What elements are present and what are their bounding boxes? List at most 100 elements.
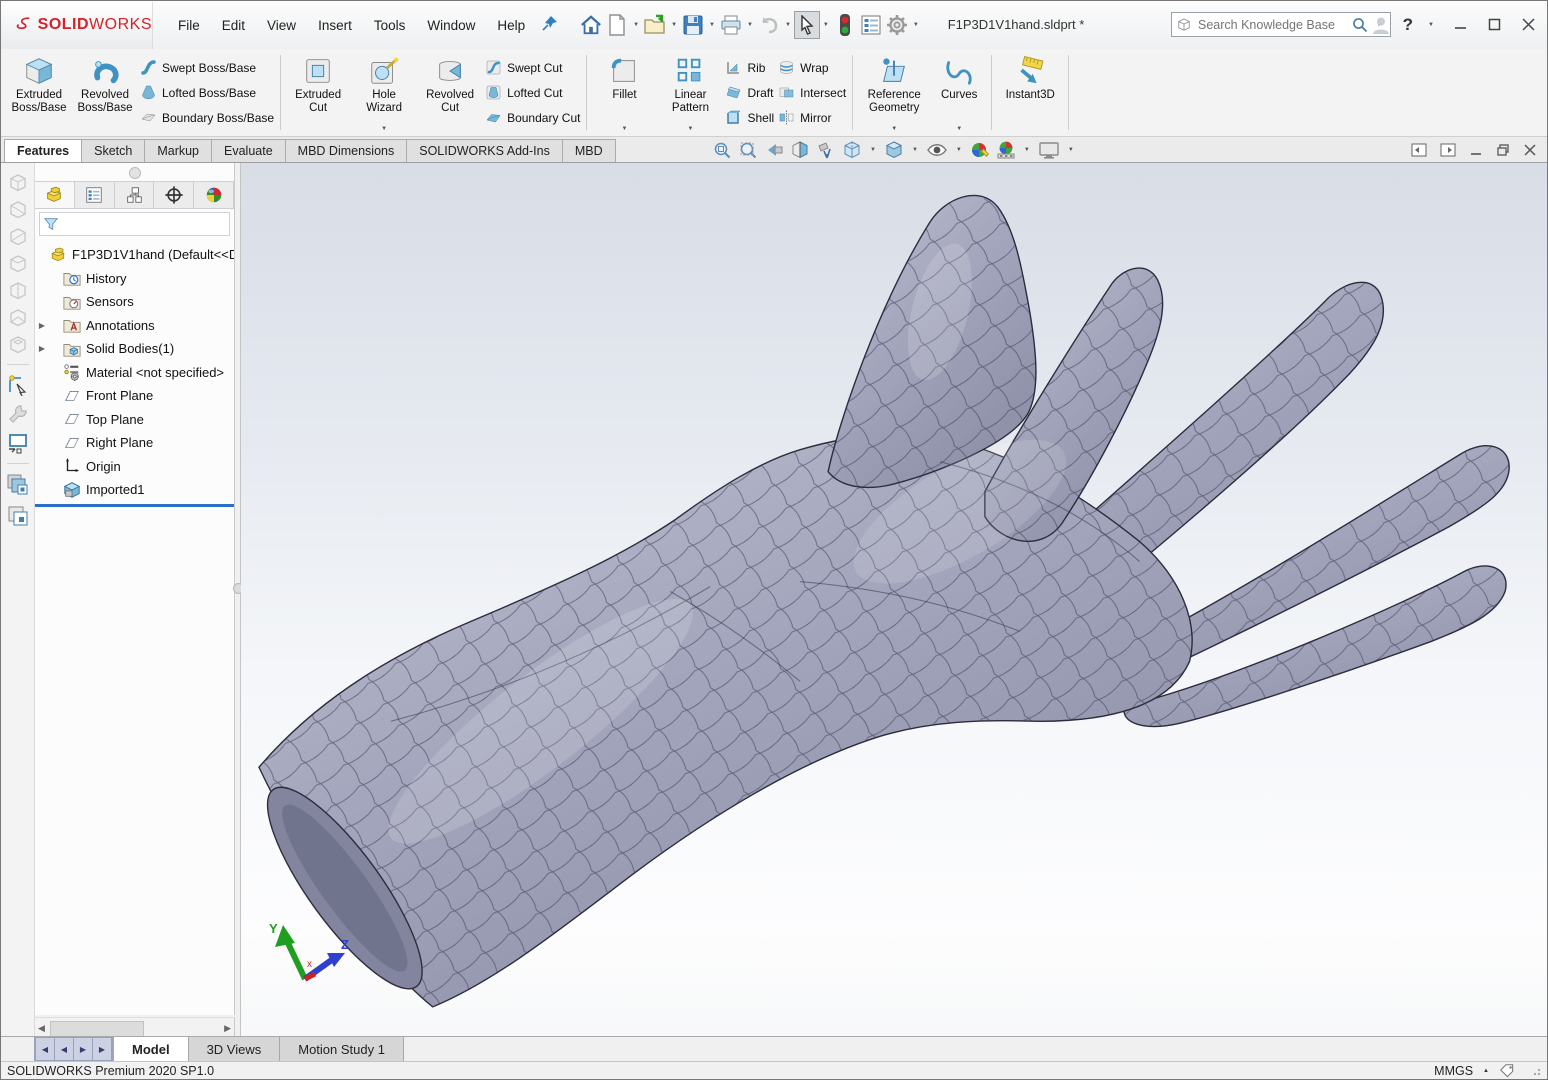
revolved-boss-button[interactable]: Revolved Boss/Base xyxy=(74,51,136,135)
draft-button[interactable]: Draft xyxy=(725,84,774,102)
help-dropdown-caret[interactable]: ▼ xyxy=(1428,22,1434,28)
tree-item-material[interactable]: Material <not specified> xyxy=(35,361,234,385)
swept-cut-button[interactable]: Swept Cut xyxy=(485,59,580,77)
view-cube-icon-7[interactable] xyxy=(8,335,28,355)
tree-item-right-plane[interactable]: Right Plane xyxy=(35,431,234,455)
zoom-to-area-button[interactable] xyxy=(737,139,759,161)
save-button[interactable] xyxy=(680,11,706,39)
print-dropdown-caret[interactable]: ▼ xyxy=(747,22,753,28)
tree-item-annotations[interactable]: ▶ Annotations xyxy=(35,314,234,338)
annotations-expander[interactable]: ▶ xyxy=(35,321,49,330)
swept-boss-button[interactable]: Swept Boss/Base xyxy=(140,59,274,77)
doc-close-icon[interactable] xyxy=(1523,143,1537,157)
collapse-pane-left-icon[interactable] xyxy=(1411,143,1427,157)
zoom-to-fit-button[interactable] xyxy=(711,139,733,161)
boundary-boss-button[interactable]: Boundary Boss/Base xyxy=(140,109,274,127)
menu-tools[interactable]: Tools xyxy=(363,2,417,49)
home-button[interactable] xyxy=(578,11,604,39)
tab-evaluate[interactable]: Evaluate xyxy=(211,139,286,162)
tree-item-top-plane[interactable]: Top Plane xyxy=(35,408,234,432)
rib-button[interactable]: Rib xyxy=(725,59,774,77)
print-button[interactable] xyxy=(718,11,744,39)
tree-item-history[interactable]: History xyxy=(35,267,234,291)
boundary-cut-button[interactable]: Boundary Cut xyxy=(485,109,580,127)
menu-file[interactable]: File xyxy=(167,2,211,49)
shell-button[interactable]: Shell xyxy=(725,109,774,127)
reference-geometry-button[interactable]: Reference Geometry ▼ xyxy=(859,51,929,135)
scroll-right-arrow[interactable]: ▶ xyxy=(221,1023,234,1034)
pane-layers-icon-1[interactable] xyxy=(6,473,30,497)
tab-solidworks-add-ins[interactable]: SOLIDWORKS Add-Ins xyxy=(406,139,563,162)
lofted-boss-button[interactable]: Lofted Boss/Base xyxy=(140,84,274,102)
select-dropdown-caret[interactable]: ▼ xyxy=(823,22,829,28)
reference-geometry-caret[interactable]: ▼ xyxy=(891,126,897,132)
intersect-button[interactable]: Intersect xyxy=(778,84,846,102)
view-cube-icon-5[interactable] xyxy=(8,281,28,301)
tab-features[interactable]: Features xyxy=(4,139,83,162)
view-cube-icon-6[interactable] xyxy=(8,308,28,328)
revolved-cut-button[interactable]: Revolved Cut xyxy=(419,51,481,135)
view-cube-icon-1[interactable] xyxy=(8,173,28,193)
menu-insert[interactable]: Insert xyxy=(307,2,363,49)
display-monitor-icon[interactable] xyxy=(7,432,29,454)
hide-show-caret[interactable]: ▼ xyxy=(956,147,962,153)
view-cube-icon-3[interactable] xyxy=(8,227,28,247)
display-style-caret[interactable]: ▼ xyxy=(912,147,918,153)
fillet-button[interactable]: Fillet ▼ xyxy=(593,51,655,135)
search-icon[interactable] xyxy=(1352,17,1368,33)
nav-prev-tab-button[interactable]: ◀ xyxy=(54,1037,74,1061)
hole-wizard-caret[interactable]: ▼ xyxy=(381,126,387,132)
fillet-caret[interactable]: ▼ xyxy=(621,126,627,132)
tree-item-origin[interactable]: Origin xyxy=(35,455,234,479)
tree-item-imported1[interactable]: Imported1 xyxy=(35,478,234,502)
tab-mbd-dimensions[interactable]: MBD Dimensions xyxy=(284,139,408,162)
hide-show-items-button[interactable] xyxy=(925,139,949,161)
unit-system-value[interactable]: MMGS xyxy=(1434,1064,1473,1078)
tree-item-front-plane[interactable]: Front Plane xyxy=(35,384,234,408)
open-dropdown-caret[interactable]: ▼ xyxy=(671,22,677,28)
tab-mbd[interactable]: MBD xyxy=(561,139,616,162)
new-dropdown-caret[interactable]: ▼ xyxy=(633,22,639,28)
tree-root[interactable]: F1P3D1V1hand (Default<<D xyxy=(35,243,234,267)
apply-scene-button[interactable] xyxy=(995,139,1017,161)
nav-first-tab-button[interactable]: ◀ xyxy=(34,1037,55,1061)
sketch-tool-icon[interactable] xyxy=(7,374,29,396)
menu-view[interactable]: View xyxy=(256,2,307,49)
menu-window[interactable]: Window xyxy=(416,2,486,49)
collapse-pane-right-icon[interactable] xyxy=(1440,143,1456,157)
nav-last-tab-button[interactable]: ▶ xyxy=(92,1037,113,1061)
menu-edit[interactable]: Edit xyxy=(211,2,256,49)
nav-next-tab-button[interactable]: ▶ xyxy=(73,1037,93,1061)
open-button[interactable] xyxy=(642,11,668,39)
rebuild-traffic-light-button[interactable] xyxy=(832,11,858,39)
tab-3d-views[interactable]: 3D Views xyxy=(188,1037,281,1061)
dynamic-annotation-views-button[interactable] xyxy=(815,139,837,161)
linear-pattern-caret[interactable]: ▼ xyxy=(687,126,693,132)
display-style-button[interactable] xyxy=(883,139,905,161)
curves-caret[interactable]: ▼ xyxy=(956,126,962,132)
tree-item-solid-bodies[interactable]: ▶ Solid Bodies(1) xyxy=(35,337,234,361)
tab-markup[interactable]: Markup xyxy=(144,139,213,162)
tab-display-manager[interactable] xyxy=(194,182,234,208)
tab-configuration-manager[interactable] xyxy=(115,182,155,208)
undo-dropdown-caret[interactable]: ▼ xyxy=(785,22,791,28)
extruded-boss-button[interactable]: Extruded Boss/Base xyxy=(8,51,70,135)
pin-menu-icon[interactable] xyxy=(542,15,558,36)
window-minimize-button[interactable] xyxy=(1449,14,1471,36)
apply-scene-caret[interactable]: ▼ xyxy=(1024,147,1030,153)
select-tool-button[interactable] xyxy=(793,11,820,39)
view-cube-icon-2[interactable] xyxy=(8,200,28,220)
window-maximize-button[interactable] xyxy=(1483,14,1505,36)
mirror-button[interactable]: Mirror xyxy=(778,109,846,127)
tree-item-sensors[interactable]: Sensors xyxy=(35,290,234,314)
pane-layers-icon-2[interactable] xyxy=(6,504,30,528)
tab-dimxpert-manager[interactable] xyxy=(154,182,195,208)
window-close-button[interactable] xyxy=(1517,14,1539,36)
tab-motion-study-1[interactable]: Motion Study 1 xyxy=(280,1037,404,1061)
tab-feature-tree[interactable] xyxy=(35,182,75,208)
rollback-bar[interactable] xyxy=(35,503,234,507)
hole-wizard-button[interactable]: Hole Wizard ▼ xyxy=(353,51,415,135)
lofted-cut-button[interactable]: Lofted Cut xyxy=(485,84,580,102)
view-cube-icon-4[interactable] xyxy=(8,254,28,274)
tag-icon[interactable] xyxy=(1499,1063,1517,1078)
